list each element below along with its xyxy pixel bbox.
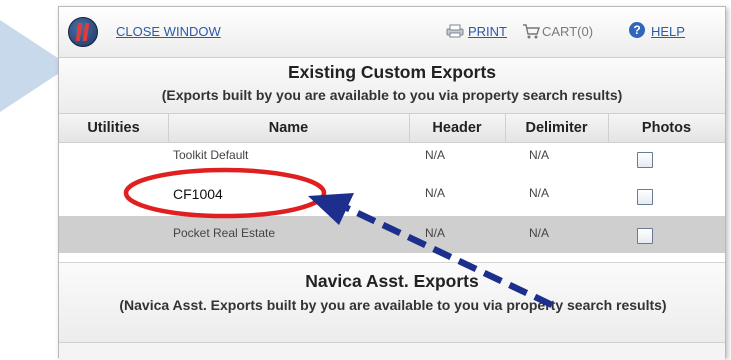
toolbar: CLOSE WINDOW PRINT CART(0) ? HELP <box>59 7 725 58</box>
cart-icon[interactable] <box>522 22 540 40</box>
row-header: N/A <box>425 226 446 240</box>
navica-logo-icon <box>68 17 98 47</box>
column-header: Header <box>409 114 506 142</box>
column-photos: Photos <box>641 120 692 136</box>
help-icon[interactable]: ? <box>629 22 645 38</box>
help-link[interactable]: HELP <box>651 24 685 39</box>
row-delimiter: N/A <box>529 226 550 240</box>
row-delimiter: N/A <box>529 148 550 162</box>
print-link[interactable]: PRINT <box>468 24 507 39</box>
table-row[interactable]: Pocket Real Estate N/A N/A <box>59 216 725 253</box>
close-window-link[interactable]: CLOSE WINDOW <box>116 24 221 39</box>
table-row[interactable]: CF1004 N/A N/A <box>59 179 725 216</box>
row-name[interactable]: Pocket Real Estate <box>173 226 275 240</box>
row-header: N/A <box>425 186 446 200</box>
row-delimiter: N/A <box>529 186 550 200</box>
navica-exports-title: Navica Asst. Exports <box>305 271 479 291</box>
table-row[interactable]: Toolkit Default N/A N/A <box>59 142 725 179</box>
export-window: CLOSE WINDOW PRINT CART(0) ? HELP Existi… <box>58 6 726 360</box>
navica-exports-header: Navica Asst. Exports (Navica Asst. Expor… <box>59 262 725 343</box>
photos-checkbox[interactable] <box>637 228 653 244</box>
navica-exports-table-top <box>59 342 725 360</box>
row-name[interactable]: CF1004 <box>173 186 223 202</box>
photos-checkbox[interactable] <box>637 152 653 168</box>
custom-exports-header: Existing Custom Exports (Exports built b… <box>59 58 725 113</box>
custom-exports-subtitle: (Exports built by you are available to y… <box>161 87 623 103</box>
cart-count[interactable]: CART(0) <box>542 24 593 39</box>
column-delimiter: Delimiter <box>505 114 609 142</box>
row-header: N/A <box>425 148 446 162</box>
column-name: Name <box>168 114 410 142</box>
navica-exports-subtitle: (Navica Asst. Exports built by you are a… <box>119 297 667 313</box>
custom-exports-title: Existing Custom Exports <box>287 62 497 82</box>
photos-checkbox[interactable] <box>637 189 653 205</box>
exports-table-header: Utilities Name Header Delimiter Photos <box>59 113 725 143</box>
row-name[interactable]: Toolkit Default <box>173 148 248 162</box>
printer-icon[interactable] <box>445 24 465 38</box>
column-utilities: Utilities <box>59 114 169 142</box>
